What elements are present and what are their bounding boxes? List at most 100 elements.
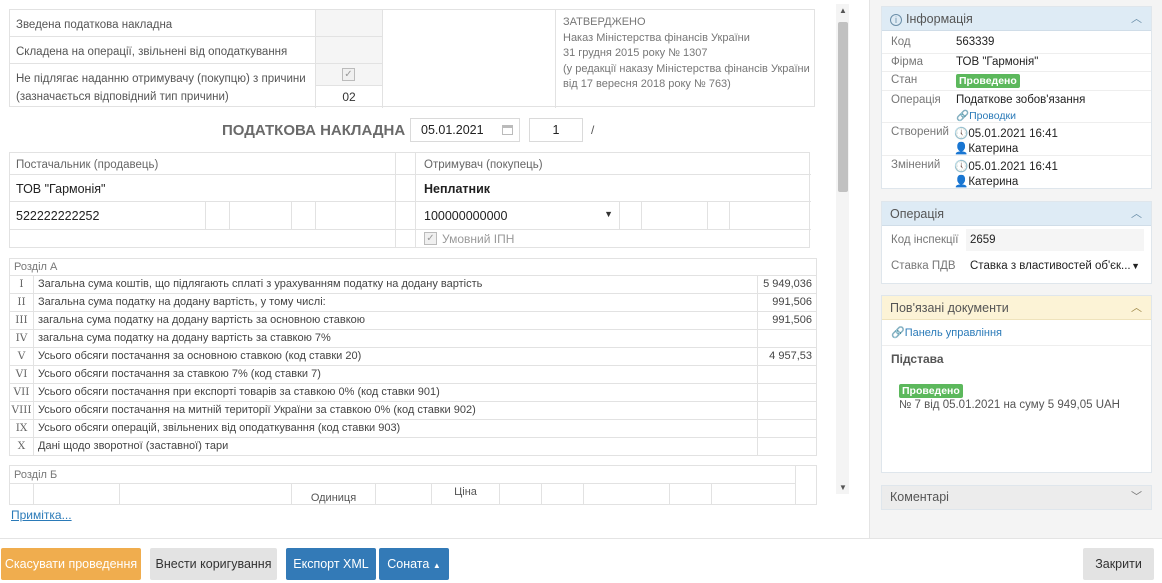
consolidated-cell[interactable] [316,10,382,37]
row-value[interactable] [758,420,816,437]
close-button[interactable]: Закрити [1083,548,1154,580]
row-value[interactable] [758,402,816,419]
row-description: Усього обсяги постачання за основною ста… [34,348,758,365]
info-panel-header[interactable]: i Інформація ︿ [882,7,1151,31]
section-b-col [500,484,542,504]
postings-link-text: Проводки [969,110,1016,122]
section-b-col [34,484,120,504]
header-blank [382,10,556,108]
table-row: IX Усього обсяги операцій, звільнених від… [10,419,816,437]
conditional-ipn-checkbox[interactable]: ✓ [424,232,437,245]
row-number: VI [10,366,34,383]
supplier-name[interactable]: ТОВ "Гармонія" [10,175,396,202]
row-value[interactable] [758,438,816,455]
row-value[interactable]: 991,506 [758,294,816,311]
section-a-label: Розділ А [14,261,58,273]
operation-panel-title: Операція [890,207,945,221]
user-icon: 👤 [954,143,969,155]
row-description: Усього обсяги операцій, звільнених від о… [34,420,758,437]
related-doc-link[interactable]: № 7 від 05.01.2021 на суму 5 949,05 UAH [899,399,1120,411]
price-column-header: Ціна [432,484,500,504]
number-separator: / [591,123,595,137]
buyer-name[interactable]: Неплатник [416,175,811,202]
firm-label: Фірма [891,56,923,68]
section-b-col [376,484,432,504]
header-table: Зведена податкова накладна Складена на о… [9,9,815,108]
postings-link[interactable]: 🔗Проводки [956,109,1016,122]
user-icon: 👤 [954,176,969,188]
row-value[interactable]: 5 949,036 [758,276,816,293]
created-user: Катерина [968,143,1019,155]
section-b-label: Розділ Б [10,466,796,484]
row-value[interactable]: 4 957,53 [758,348,816,365]
reason-code[interactable]: 02 [316,86,382,108]
export-xml-button[interactable]: Експорт XML [286,548,376,580]
chevron-up-icon[interactable]: ︿ [1131,7,1142,31]
date-value: 05.01.2021 [421,123,484,137]
calendar-icon[interactable] [502,125,513,135]
supplier-ipn[interactable]: 522222222252 [10,202,206,230]
approval-line: ЗАТВЕРДЖЕНО [563,16,646,28]
operation-label: Операція [891,94,941,106]
status-badge: Проведено [899,384,963,398]
row-number: VIII [10,402,34,419]
note-link[interactable]: Примітка... [11,508,72,522]
buyer-ipn: 100000000000 [424,209,508,223]
row-number: X [10,438,34,455]
vat-rate-select[interactable]: Ставка з властивостей об'єк... ▼ [966,255,1144,277]
section-b-table: Розділ Б Одиниця Ціна [9,465,817,505]
row-number: V [10,348,34,365]
divider-cell [396,175,416,202]
make-correction-button[interactable]: Внести коригування [150,548,277,580]
not-issued-label: Не підлягає наданню отримувачу (покупцю)… [10,64,316,108]
operation-panel-header[interactable]: Операція ︿ [882,202,1151,226]
state-label: Стан [891,74,918,86]
exempt-cell[interactable] [316,37,382,64]
code-label: Код [891,36,911,48]
chevron-up-icon[interactable]: ︿ [1131,296,1142,320]
row-value[interactable] [758,366,816,383]
not-issued-text: Не підлягає наданню отримувачу (покупцю)… [16,73,306,103]
related-docs-header[interactable]: Пов'язані документи ︿ [882,296,1151,320]
chevron-down-icon[interactable]: ﹀ [1131,486,1142,509]
comments-panel-header[interactable]: Коментарі ﹀ [882,486,1151,509]
row-description: Усього обсяги постачання на митній терит… [34,402,758,419]
conditional-ipn-label: Умовний ІПН [442,232,515,246]
row-number: VII [10,384,34,401]
scroll-up-icon[interactable]: ▲ [839,6,847,15]
cancel-posting-button[interactable]: Скасувати проведення [1,548,141,580]
ipn-cell [316,202,396,230]
control-panel-link[interactable]: 🔗Панель управління [891,326,1002,339]
info-panel-title: Інформація [906,12,973,26]
table-row: V Усього обсяги постачання за основною ст… [10,347,816,365]
not-issued-checkbox[interactable]: ✓ [316,64,382,86]
vat-rate-label: Ставка ПДВ [891,260,956,272]
inspection-code-input[interactable]: 2659 [966,229,1144,251]
row-description: Усього обсяги постачання за ставкою 7% (… [34,366,758,383]
link-icon: 🔗 [956,110,970,122]
approval-line: 31 грудня 2015 року № 1307 [563,47,708,59]
check-icon: ✓ [342,68,355,81]
ipn-cell [230,202,292,230]
inspection-label: Код інспекції [891,234,959,246]
unit-column-header: Одиниця [292,484,376,504]
sonata-dropdown-button[interactable]: Соната ▲ [379,548,449,580]
table-row: I Загальна сума коштів, що підлягають спл… [10,275,816,293]
ipn-cell [642,202,708,230]
scroll-down-icon[interactable]: ▼ [839,483,847,492]
date-input[interactable]: 05.01.2021 [410,118,520,142]
section-a-table: Розділ А I Загальна сума коштів, що підля… [9,258,817,456]
firm-value: ТОВ "Гармонія" [956,56,1039,68]
row-value[interactable] [758,330,816,347]
row-value[interactable]: 991,506 [758,312,816,329]
chevron-up-icon[interactable]: ︿ [1131,202,1142,226]
section-b-col [120,484,292,504]
row-value[interactable] [758,384,816,401]
history-icon: 🕔 [954,128,969,140]
buyer-ipn-select[interactable]: 100000000000 ▼ [416,202,620,230]
number-input[interactable]: 1 [529,118,583,142]
operation-panel: Операція ︿ Код інспекції 2659 Ставка ПДВ… [881,201,1152,284]
scrollbar-thumb[interactable] [838,22,848,192]
caret-up-icon: ▲ [432,561,441,570]
row-number: IV [10,330,34,347]
